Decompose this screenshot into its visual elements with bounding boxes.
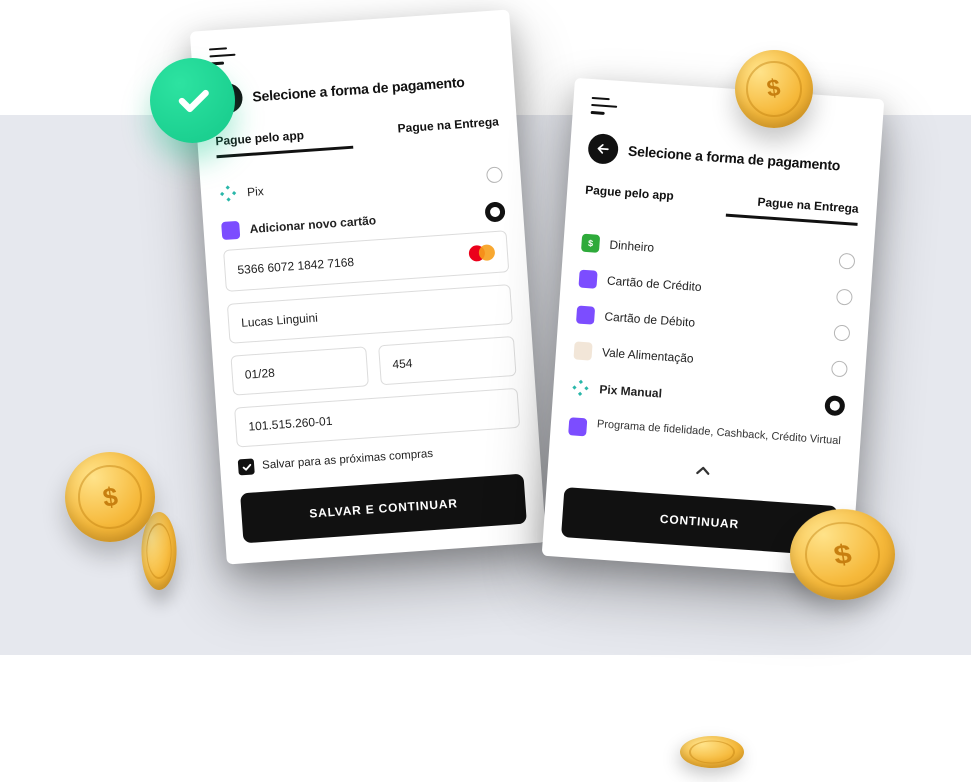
- radio-selected[interactable]: [484, 201, 505, 222]
- tab-pay-in-app[interactable]: Pague pelo app: [584, 183, 717, 216]
- phone-pay-on-delivery: Selecione a forma de pagamento Pague pel…: [542, 78, 885, 577]
- stage: $ $ $ Selecione a forma de pagamento Pag…: [0, 0, 971, 782]
- cardholder-name-field[interactable]: Lucas Linguini: [227, 284, 513, 344]
- page-title: Selecione a forma de pagamento: [252, 74, 465, 105]
- payment-option-label: Pix: [247, 169, 477, 199]
- menu-icon[interactable]: [591, 97, 618, 117]
- card-icon: [576, 305, 595, 324]
- card-number-value: 5366 6072 1842 7168: [237, 255, 354, 277]
- save-card-row[interactable]: Salvar para as próximas compras: [238, 440, 522, 476]
- save-card-label: Salvar para as próximas compras: [262, 448, 434, 472]
- page-title: Selecione a forma de pagamento: [628, 143, 841, 174]
- radio-selected[interactable]: [824, 395, 845, 416]
- save-continue-button[interactable]: SALVAR E CONTINUAR: [240, 474, 527, 544]
- cvv-value: 454: [392, 356, 413, 371]
- payment-option-label: Pix Manual: [599, 382, 815, 411]
- success-check-badge: [150, 58, 235, 143]
- card-icon: [578, 270, 597, 289]
- coin-decoration: [676, 734, 748, 770]
- cpf-value: 101.515.260-01: [248, 414, 333, 434]
- payment-option-label: Cartão de Débito: [604, 309, 824, 338]
- pix-icon: [571, 378, 590, 397]
- expiry-value: 01/28: [244, 366, 275, 382]
- coin-decoration: $: [65, 452, 155, 542]
- payment-option-label: Adicionar novo cartão: [249, 206, 475, 236]
- radio-unselected[interactable]: [486, 166, 503, 183]
- payment-option-label: Vale Alimentação: [602, 345, 822, 374]
- radio-unselected[interactable]: [831, 360, 848, 377]
- tab-pay-on-delivery[interactable]: Pague na Entrega: [726, 193, 859, 226]
- radio-unselected[interactable]: [836, 289, 853, 306]
- cash-icon: $: [581, 234, 600, 253]
- meal-voucher-icon: [573, 341, 592, 360]
- expiry-field[interactable]: 01/28: [230, 346, 368, 395]
- cardholder-name-value: Lucas Linguini: [241, 311, 319, 330]
- tab-pay-on-delivery[interactable]: Pague na Entrega: [362, 114, 500, 147]
- payment-option-label: Cartão de Crédito: [607, 274, 827, 303]
- payment-option-label: Programa de fidelidade, Cashback, Crédit…: [596, 417, 842, 449]
- back-button[interactable]: [587, 133, 619, 165]
- coin-decoration: $: [735, 50, 813, 128]
- radio-unselected[interactable]: [833, 324, 850, 341]
- cvv-field[interactable]: 454: [378, 336, 516, 385]
- coin-decoration: $: [790, 509, 895, 600]
- phone-pay-in-app: Selecione a forma de pagamento Pague pel…: [190, 9, 546, 564]
- tab-pay-in-app[interactable]: Pague pelo app: [215, 125, 353, 158]
- card-icon: [568, 417, 587, 436]
- mastercard-icon: [468, 244, 495, 262]
- payment-option-label: Dinheiro: [609, 238, 829, 267]
- card-icon: [221, 221, 240, 240]
- radio-unselected[interactable]: [838, 253, 855, 270]
- pix-icon: [219, 184, 238, 203]
- checkbox-checked[interactable]: [238, 458, 255, 475]
